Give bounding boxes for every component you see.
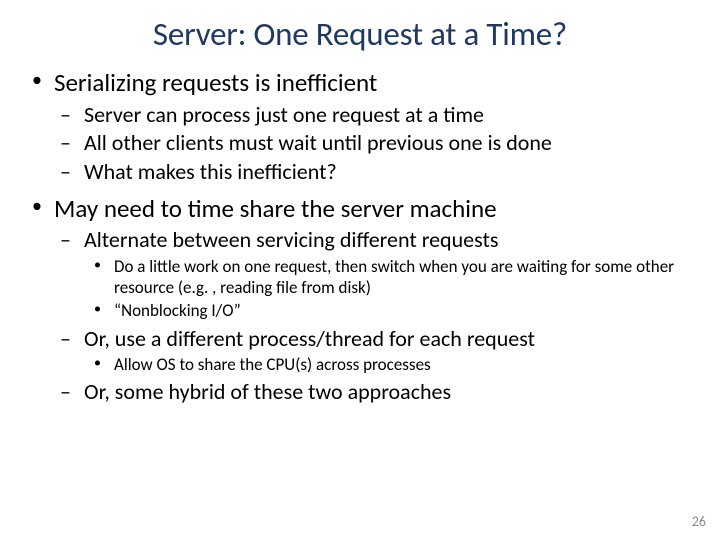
sub-item: Alternate between servicing different re… xyxy=(54,227,692,321)
sub-item: Or, use a different process/thread for e… xyxy=(54,326,692,376)
subsub-item: “Nonblocking I/O” xyxy=(84,300,692,321)
slide-title: Server: One Request at a Time? xyxy=(28,14,692,54)
sub-list: Server can process just one request at a… xyxy=(54,102,692,186)
sub-list: Alternate between servicing different re… xyxy=(54,227,692,406)
sub-item: What makes this inefficient? xyxy=(54,159,692,186)
bullet-text: May need to time share the server machin… xyxy=(54,193,497,224)
sub-text: Or, use a different process/thread for e… xyxy=(84,325,535,352)
subsub-list: Allow OS to share the CPU(s) across proc… xyxy=(84,354,692,375)
subsub-list: Do a little work on one request, then sw… xyxy=(84,256,692,321)
subsub-item: Do a little work on one request, then sw… xyxy=(84,256,692,298)
sub-item: Server can process just one request at a… xyxy=(54,102,692,129)
subsub-item: Allow OS to share the CPU(s) across proc… xyxy=(84,354,692,375)
sub-item: Or, some hybrid of these two approaches xyxy=(54,379,692,406)
page-number: 26 xyxy=(692,513,706,530)
bullet-item: Serializing requests is inefficient Serv… xyxy=(28,68,692,186)
sub-text: Alternate between servicing different re… xyxy=(84,226,498,253)
sub-item: All other clients must wait until previo… xyxy=(54,130,692,157)
slide: Server: One Request at a Time? Serializi… xyxy=(0,0,720,406)
bullet-text: Serializing requests is inefficient xyxy=(54,67,377,98)
bullet-item: May need to time share the server machin… xyxy=(28,194,692,406)
bullet-list: Serializing requests is inefficient Serv… xyxy=(28,68,692,406)
